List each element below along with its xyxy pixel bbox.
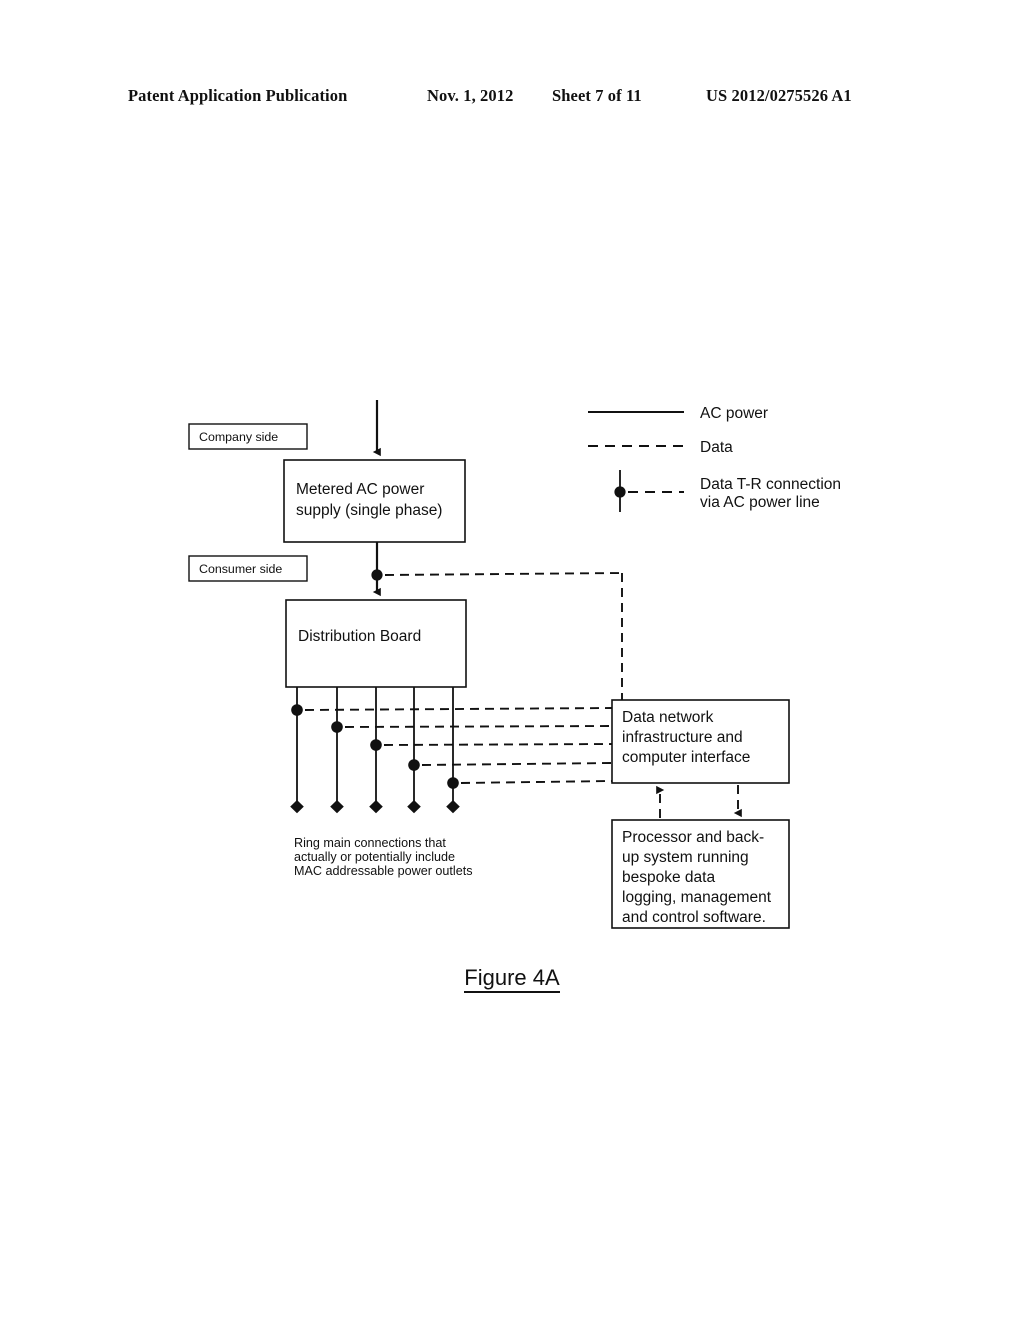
data-network-line2: infrastructure and bbox=[622, 729, 743, 746]
legend-item-data: Data bbox=[588, 439, 733, 456]
tr-node-dot-5 bbox=[447, 777, 459, 789]
legend-tr-label-line2: via AC power line bbox=[700, 494, 820, 511]
consumer-side-text: Consumer side bbox=[199, 562, 282, 576]
data-network-line1: Data network bbox=[622, 709, 714, 726]
processor-line5: and control software. bbox=[622, 909, 766, 926]
processor-line4: logging, management bbox=[622, 889, 772, 906]
ring-main-line-3 bbox=[369, 687, 613, 814]
tr-node-dot-1 bbox=[291, 704, 303, 716]
figure-4a-diagram: Company side Consumer side Metered AC po… bbox=[188, 400, 841, 929]
tr-node-dot-main bbox=[371, 569, 383, 581]
data-network-line3: computer interface bbox=[622, 749, 750, 766]
ring-main-terminal-3 bbox=[369, 800, 383, 814]
processor-box: Processor and back- up system running be… bbox=[611, 819, 790, 929]
processor-line1: Processor and back- bbox=[622, 829, 764, 846]
ring-main-terminal-2 bbox=[330, 800, 344, 814]
figure-caption-text: Figure 4A bbox=[464, 965, 560, 993]
ring-main-note: Ring main connections that actually or p… bbox=[294, 836, 473, 878]
ring-main-note-line3: MAC addressable power outlets bbox=[294, 864, 473, 878]
ring-main-lines bbox=[290, 687, 613, 814]
ring-main-note-line2: actually or potentially include bbox=[294, 850, 455, 864]
tr-swatch-dot-icon bbox=[614, 486, 626, 498]
processor-line2: up system running bbox=[622, 849, 749, 866]
metered-supply-line1: Metered AC power bbox=[296, 481, 424, 498]
tr-node-dot-4 bbox=[408, 759, 420, 771]
tr-node-dot-2 bbox=[331, 721, 343, 733]
ring-main-terminal-1 bbox=[290, 800, 304, 814]
processor-line3: bespoke data bbox=[622, 869, 715, 886]
tr-node-dot-3 bbox=[370, 739, 382, 751]
company-side-text: Company side bbox=[199, 430, 278, 444]
consumer-side-label: Consumer side bbox=[188, 555, 308, 582]
ring-main-terminal-4 bbox=[407, 800, 421, 814]
legend-ac-power-label: AC power bbox=[700, 405, 768, 422]
metered-ac-power-supply-box: Metered AC power supply (single phase) bbox=[283, 459, 466, 543]
figure-caption: Figure 4A bbox=[0, 965, 1024, 993]
metered-supply-line2: supply (single phase) bbox=[296, 502, 442, 519]
company-side-label: Company side bbox=[188, 423, 308, 450]
legend-item-ac-power: AC power bbox=[588, 405, 768, 422]
legend-tr-label-line1: Data T-R connection bbox=[700, 476, 841, 493]
distribution-board-box: Distribution Board bbox=[285, 599, 467, 688]
legend-item-tr-connection: Data T-R connection via AC power line bbox=[614, 470, 841, 512]
ring-main-line-2 bbox=[330, 687, 613, 814]
ring-main-line-1 bbox=[290, 687, 613, 814]
ring-main-terminal-5 bbox=[446, 800, 460, 814]
legend: AC power Data Data T-R connection via AC… bbox=[588, 405, 841, 512]
ring-main-line-4 bbox=[407, 687, 613, 814]
patent-page: Patent Application Publication Nov. 1, 2… bbox=[0, 0, 1024, 1320]
network-processor-links bbox=[656, 785, 742, 818]
ring-main-note-line1: Ring main connections that bbox=[294, 836, 446, 850]
distribution-board-line1: Distribution Board bbox=[298, 628, 421, 645]
ring-main-line-5 bbox=[446, 687, 613, 814]
data-network-box: Data network infrastructure and computer… bbox=[611, 699, 790, 784]
legend-data-label: Data bbox=[700, 439, 733, 456]
